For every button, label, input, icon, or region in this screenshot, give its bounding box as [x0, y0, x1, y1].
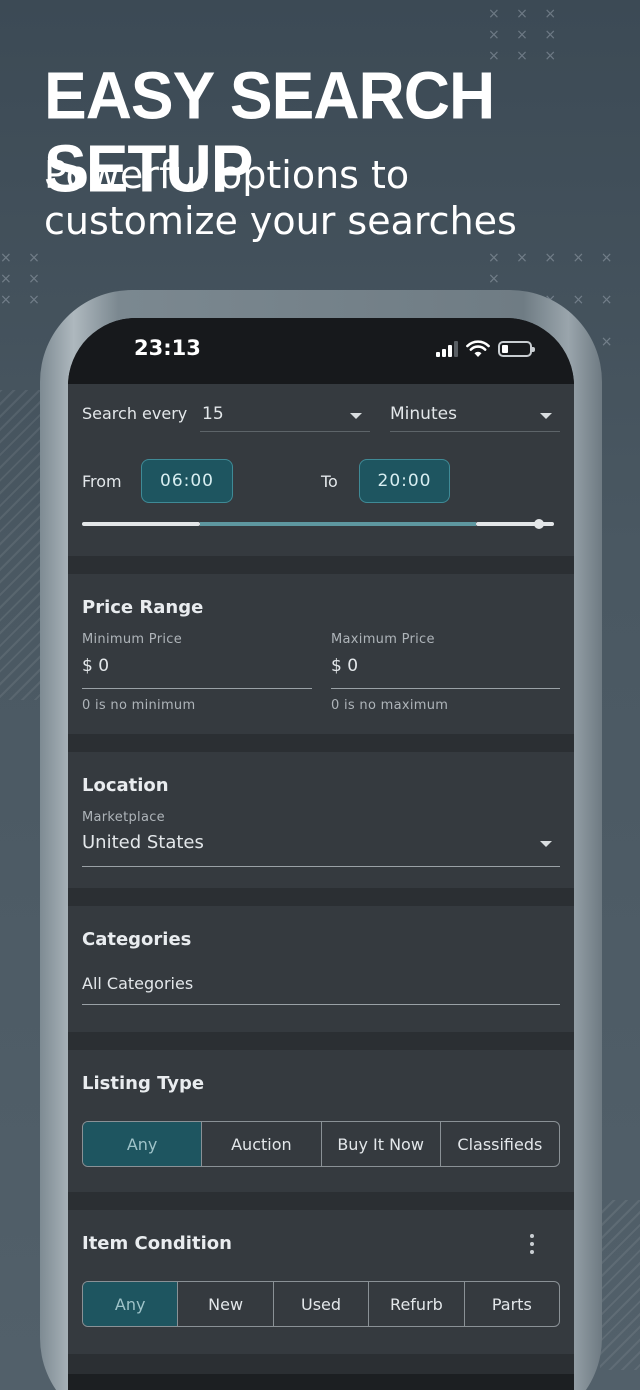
- item-condition-option-refurb[interactable]: Refurb: [368, 1282, 463, 1326]
- marketplace-underline: [82, 866, 560, 867]
- interval-dropdown[interactable]: 15: [200, 394, 370, 432]
- cellular-signal-icon: [436, 341, 458, 357]
- phone-screen: 23:13 Search every 15 Minutes From 06:00…: [68, 318, 574, 1390]
- status-icons: [436, 340, 535, 358]
- minimum-price-value: $ 0: [82, 656, 110, 676]
- price-range-title: Price Range: [82, 597, 204, 618]
- bottom-bar: [68, 1374, 574, 1390]
- categories-card: Categories All Categories: [68, 906, 574, 1032]
- listing-type-segmented-control: Any Auction Buy It Now Classifieds: [82, 1121, 560, 1167]
- promo-subhead: Powerful options to customize your searc…: [44, 152, 604, 244]
- listing-type-option-buy-it-now[interactable]: Buy It Now: [320, 1122, 440, 1166]
- location-card: Location Marketplace United States: [68, 752, 574, 888]
- categories-underline: [82, 1004, 560, 1005]
- minimum-price-helper: 0 is no minimum: [82, 698, 196, 713]
- categories-value: All Categories: [82, 974, 194, 993]
- status-bar: 23:13: [68, 318, 574, 384]
- wifi-icon: [466, 340, 490, 357]
- item-condition-card: Item Condition Any New Used Refurb Parts: [68, 1210, 574, 1354]
- listing-type-card: Listing Type Any Auction Buy It Now Clas…: [68, 1050, 574, 1192]
- maximum-price-underline: [331, 688, 560, 689]
- listing-type-option-any[interactable]: Any: [83, 1122, 202, 1166]
- chevron-down-icon: [540, 413, 552, 419]
- slider-track-active: [200, 522, 476, 526]
- decorative-x-pattern-left: × × × × × ×: [0, 250, 46, 308]
- chevron-down-icon: [540, 841, 552, 847]
- price-range-card: Price Range Minimum Price $ 0 0 is no mi…: [68, 574, 574, 734]
- marketplace-value: United States: [82, 832, 204, 853]
- interval-value: 15: [202, 404, 224, 424]
- location-title: Location: [82, 775, 169, 796]
- decorative-stripes-left: [0, 390, 44, 700]
- to-time-button[interactable]: 20:00: [359, 459, 450, 503]
- decorative-x-pattern-top: × × × × × × × × ×: [488, 6, 563, 64]
- item-condition-option-used[interactable]: Used: [272, 1282, 368, 1326]
- minimum-price-underline: [82, 688, 312, 689]
- listing-type-title: Listing Type: [82, 1073, 205, 1094]
- item-condition-option-any[interactable]: Any: [83, 1282, 178, 1326]
- item-condition-option-new[interactable]: New: [177, 1282, 272, 1326]
- item-condition-segmented-control: Any New Used Refurb Parts: [82, 1281, 560, 1327]
- unit-dropdown[interactable]: Minutes: [390, 394, 560, 432]
- unit-value: Minutes: [390, 404, 457, 424]
- maximum-price-label: Maximum Price: [331, 632, 435, 647]
- schedule-card: Search every 15 Minutes From 06:00 To 20…: [68, 384, 574, 556]
- from-label: From: [82, 472, 122, 491]
- listing-type-option-auction[interactable]: Auction: [201, 1122, 320, 1166]
- to-label: To: [321, 472, 338, 491]
- unit-underline: [390, 431, 560, 432]
- item-condition-title: Item Condition: [82, 1233, 232, 1254]
- more-options-icon[interactable]: [530, 1234, 534, 1258]
- slider-track-left: [82, 522, 200, 526]
- categories-selector[interactable]: All Categories: [82, 968, 560, 1006]
- chevron-down-icon: [350, 413, 362, 419]
- slider-end-handle[interactable]: [534, 519, 544, 529]
- battery-icon: [498, 341, 535, 357]
- maximum-price-value: $ 0: [331, 656, 359, 676]
- time-range-slider[interactable]: [82, 516, 556, 532]
- listing-type-option-classifieds[interactable]: Classifieds: [439, 1122, 559, 1166]
- search-every-label: Search every: [82, 404, 188, 423]
- categories-title: Categories: [82, 929, 192, 950]
- maximum-price-field[interactable]: Maximum Price $ 0: [331, 632, 560, 692]
- interval-underline: [200, 431, 370, 432]
- promo-subhead-line-2: customize your searches: [44, 199, 517, 243]
- marketplace-label: Marketplace: [82, 810, 165, 825]
- item-condition-option-parts[interactable]: Parts: [463, 1282, 559, 1326]
- minimum-price-field[interactable]: Minimum Price $ 0: [82, 632, 312, 692]
- maximum-price-helper: 0 is no maximum: [331, 698, 449, 713]
- marketplace-dropdown[interactable]: Marketplace United States: [82, 810, 560, 872]
- status-time: 23:13: [134, 336, 201, 360]
- decorative-stripes-right: [600, 1200, 640, 1370]
- minimum-price-label: Minimum Price: [82, 632, 182, 647]
- search-settings-screen: Search every 15 Minutes From 06:00 To 20…: [68, 384, 574, 1390]
- promo-subhead-line-1: Powerful options to: [44, 153, 410, 197]
- from-time-button[interactable]: 06:00: [141, 459, 233, 503]
